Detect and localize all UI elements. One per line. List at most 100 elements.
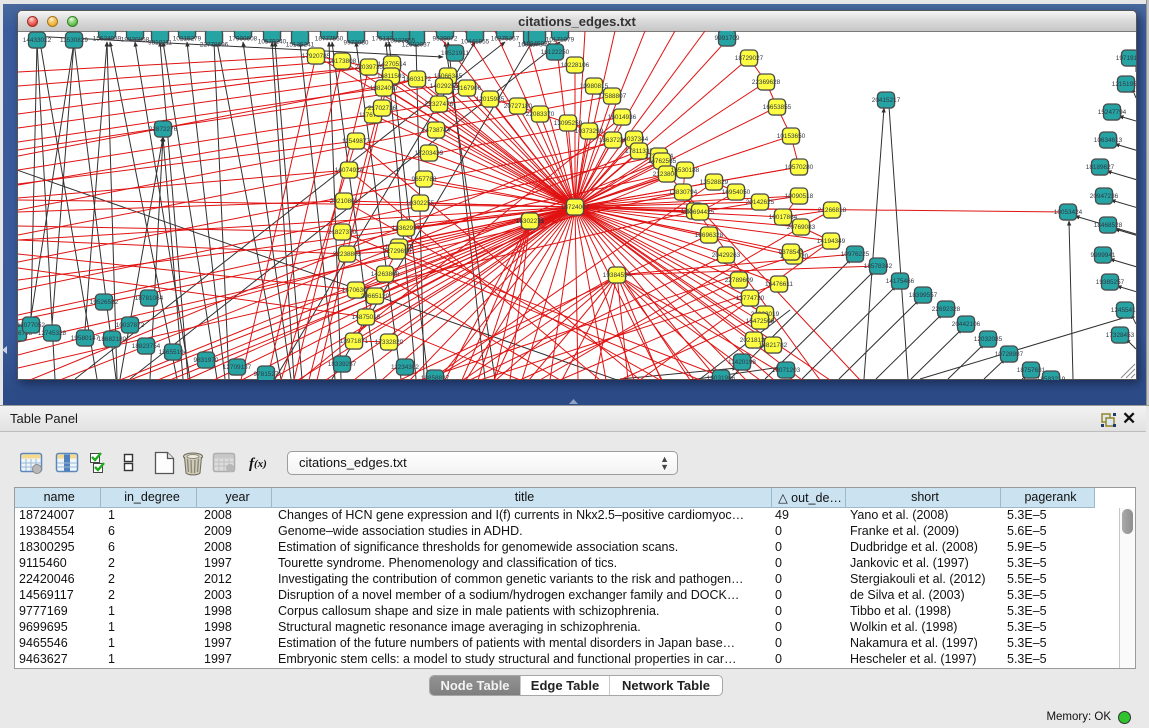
svg-text:13528829: 13528829	[700, 179, 729, 186]
svg-text:16031986: 16031986	[707, 375, 736, 380]
svg-text:10053424: 10053424	[1054, 209, 1083, 216]
svg-text:18339287: 18339287	[328, 361, 357, 368]
svg-text:14762565: 14762565	[648, 158, 677, 165]
svg-text:15472506: 15472506	[746, 318, 775, 325]
svg-text:16476611: 16476611	[765, 281, 793, 288]
svg-text:17588807: 17588807	[598, 93, 627, 100]
svg-text:10215279: 10215279	[173, 36, 202, 43]
svg-text:12745328: 12745328	[38, 330, 67, 337]
svg-text:15624039: 15624039	[93, 36, 122, 43]
svg-text:10976225: 10976225	[841, 251, 870, 258]
svg-text:14821782: 14821782	[759, 342, 788, 349]
svg-text:18578342: 18578342	[864, 263, 893, 270]
svg-text:15135241: 15135241	[286, 42, 315, 49]
svg-text:10373299: 10373299	[575, 128, 604, 135]
svg-text:10634613: 10634613	[1094, 137, 1123, 144]
svg-text:13774720: 13774720	[736, 295, 765, 302]
svg-text:19920868: 19920868	[121, 37, 150, 44]
svg-text:12709137: 12709137	[223, 364, 252, 371]
svg-text:(x): (x)	[254, 458, 267, 470]
svg-text:16530188: 16530188	[671, 167, 700, 174]
svg-text:10728987: 10728987	[995, 351, 1024, 358]
svg-text:18781064: 18781064	[135, 295, 164, 302]
svg-text:18696328: 18696328	[695, 232, 724, 239]
svg-text:10037872: 10037872	[116, 322, 145, 329]
svg-text:17332820: 17332820	[375, 339, 404, 346]
svg-text:9831970: 9831970	[194, 357, 219, 364]
svg-text:15302275: 15302275	[516, 218, 545, 225]
svg-text:20429263: 20429263	[712, 252, 741, 259]
svg-text:15655194: 15655194	[159, 349, 188, 356]
svg-text:17920785: 17920785	[302, 53, 331, 60]
svg-text:16811503: 16811503	[377, 73, 405, 80]
svg-text:13095259: 13095259	[554, 120, 583, 127]
svg-text:20727180: 20727180	[504, 103, 533, 110]
svg-text:16074924: 16074924	[335, 167, 364, 174]
svg-text:10521911: 10521911	[441, 50, 469, 57]
svg-text:17203439: 17203439	[415, 150, 444, 157]
svg-text:18071203: 18071203	[772, 367, 801, 374]
svg-text:12032085: 12032085	[974, 336, 1003, 343]
svg-text:18399557: 18399557	[909, 292, 938, 299]
svg-text:11077052: 11077052	[18, 322, 45, 329]
svg-text:14263809: 14263809	[371, 271, 400, 278]
svg-text:9810111: 9810111	[148, 40, 172, 47]
svg-text:14433012: 14433012	[23, 37, 52, 44]
svg-text:20769083: 20769083	[787, 224, 816, 231]
svg-text:18757631: 18757631	[1017, 367, 1046, 374]
svg-text:18468528: 18468528	[1094, 222, 1123, 229]
svg-text:22692328: 22692328	[932, 306, 961, 313]
svg-text:19719189: 19719189	[1116, 55, 1136, 62]
svg-text:11420198: 11420198	[728, 359, 756, 366]
svg-text:10228106: 10228106	[561, 62, 590, 69]
svg-text:15247794: 15247794	[1098, 109, 1127, 116]
svg-text:18362957: 18362957	[392, 225, 421, 232]
svg-text:16122250: 16122250	[541, 49, 570, 56]
svg-text:22872276: 22872276	[149, 126, 178, 133]
svg-text:19385257: 19385257	[1096, 279, 1125, 286]
svg-text:12151952: 12151952	[1112, 81, 1136, 88]
svg-text:22729690: 22729690	[383, 248, 412, 255]
svg-text:9629072: 9629072	[433, 36, 458, 43]
svg-text:10441955: 10441955	[461, 39, 490, 46]
svg-text:14738744: 14738744	[422, 127, 451, 134]
svg-text:22789609: 22789609	[725, 277, 754, 284]
svg-text:18682180: 18682180	[98, 336, 127, 343]
svg-text:11234302: 11234302	[391, 364, 419, 371]
svg-text:16603172: 16603172	[403, 76, 432, 83]
svg-text:18729027: 18729027	[735, 55, 764, 62]
svg-text:20210801: 20210801	[330, 198, 359, 205]
svg-text:18823754: 18823754	[132, 343, 161, 350]
svg-text:12455413: 12455413	[1111, 307, 1136, 314]
svg-text:18777560: 18777560	[315, 36, 344, 43]
svg-text:10153650: 10153650	[777, 133, 806, 140]
svg-text:13037655: 13037655	[387, 38, 416, 45]
svg-text:14037344: 14037344	[620, 136, 649, 143]
svg-text:21266818: 21266818	[818, 207, 847, 214]
svg-text:18724007: 18724007	[561, 204, 590, 211]
svg-text:10302255: 10302255	[406, 200, 435, 207]
svg-text:9378543: 9378543	[779, 249, 804, 256]
svg-text:20415217: 20415217	[872, 97, 901, 104]
svg-text:22238803: 22238803	[333, 251, 362, 258]
svg-text:20442106: 20442106	[952, 321, 981, 328]
svg-text:13830794: 13830794	[669, 189, 698, 196]
svg-text:22369628: 22369628	[752, 79, 781, 86]
svg-text:16954050: 16954050	[722, 189, 751, 196]
svg-text:13858837: 13858837	[421, 375, 450, 380]
svg-text:20947236: 20947236	[1090, 193, 1119, 200]
svg-text:22327476: 22327476	[425, 101, 454, 108]
svg-text:19580147: 19580147	[71, 335, 100, 342]
svg-text:18824097: 18824097	[370, 85, 399, 92]
svg-text:22083370: 22083370	[526, 111, 555, 118]
svg-text:21827370: 21827370	[328, 229, 357, 236]
svg-text:11530829: 11530829	[60, 37, 88, 44]
svg-text:9973060: 9973060	[344, 40, 369, 47]
svg-text:9657788: 9657788	[412, 176, 437, 183]
svg-text:19526582: 19526582	[90, 299, 119, 306]
svg-text:18971871: 18971871	[340, 338, 369, 345]
svg-text:16653855: 16653855	[763, 104, 792, 111]
svg-text:12015985: 12015985	[476, 96, 505, 103]
svg-text:16173808: 16173808	[328, 58, 357, 65]
svg-text:16275367: 16275367	[491, 36, 520, 43]
